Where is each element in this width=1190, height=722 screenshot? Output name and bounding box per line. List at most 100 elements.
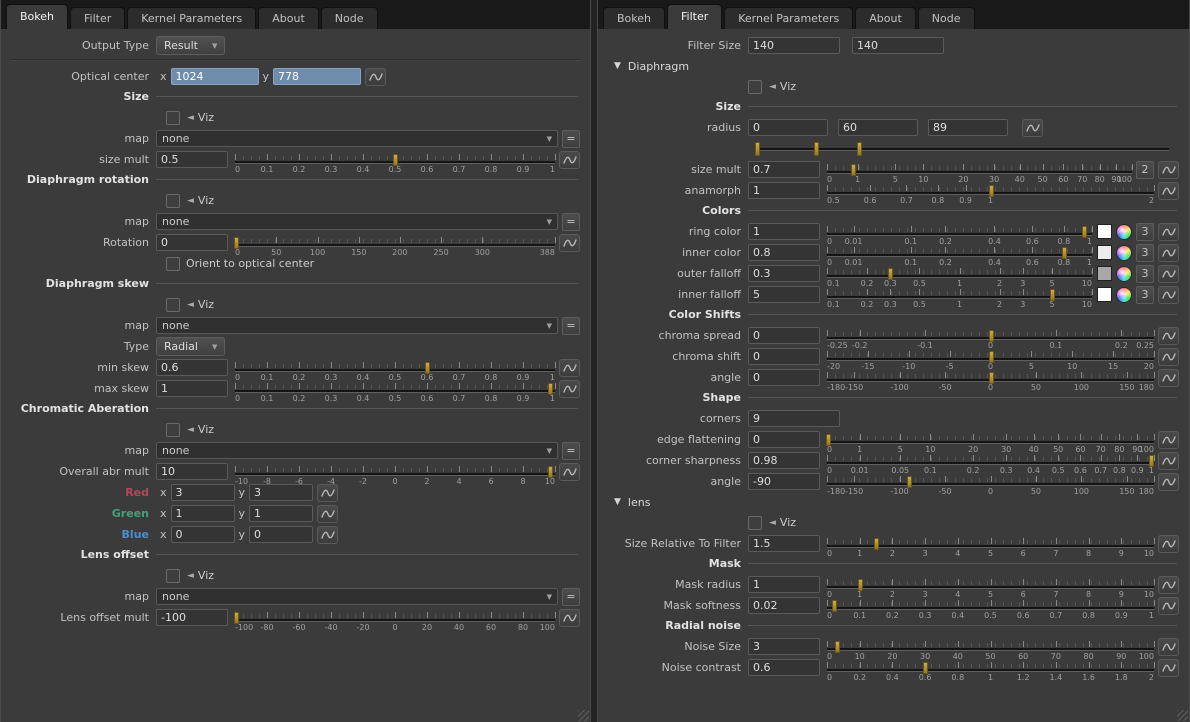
chroma-angle-field[interactable]: 0 — [748, 369, 820, 386]
slider-handle[interactable] — [548, 466, 553, 478]
slider-handle[interactable] — [814, 142, 819, 156]
corner-sharpness-field[interactable]: 0.98 — [748, 452, 820, 469]
noise-contrast-field[interactable]: 0.6 — [748, 659, 820, 676]
orient-to-optical-center-checkbox[interactable] — [166, 257, 180, 271]
slider-handle[interactable] — [548, 383, 553, 395]
lens-viz-checkbox[interactable] — [748, 516, 762, 530]
curve-editor-button[interactable] — [1158, 597, 1179, 615]
lens-offset-map-dropdown[interactable]: none▼ — [156, 588, 558, 605]
curve-editor-button[interactable] — [1158, 576, 1179, 594]
slider-handle[interactable] — [1062, 247, 1067, 259]
curve-editor-button[interactable] — [365, 68, 386, 86]
diaphragm-viz-checkbox[interactable] — [748, 80, 762, 94]
tab-kernel-parameters[interactable]: Kernel Parameters — [127, 7, 256, 29]
color-wheel-icon[interactable] — [1116, 287, 1132, 303]
aberration-map-dropdown[interactable]: none▼ — [156, 442, 558, 459]
curve-editor-button[interactable] — [1158, 638, 1179, 656]
aberration-viz-checkbox[interactable] — [166, 423, 180, 437]
size-relative-to-filter-slider[interactable]: 012345678910 — [827, 538, 1154, 558]
slider-handle[interactable] — [888, 268, 893, 280]
curve-editor-button[interactable] — [559, 609, 580, 627]
tab-filter[interactable]: Filter — [70, 7, 125, 29]
color-wheel-icon[interactable] — [1116, 266, 1132, 282]
outer-falloff-field[interactable]: 0.3 — [748, 265, 820, 282]
collapse-triangle-icon[interactable]: ▼ — [614, 58, 621, 74]
min-skew-slider[interactable]: 00.10.20.30.40.50.60.70.80.91 — [235, 362, 555, 382]
radius-field-1[interactable]: 60 — [838, 119, 918, 136]
rotation-field[interactable]: 0 — [156, 234, 228, 251]
curve-editor-button[interactable] — [1158, 369, 1179, 387]
curve-editor-button[interactable] — [317, 505, 338, 523]
skew-viz-checkbox[interactable] — [166, 298, 180, 312]
channels-3-button[interactable]: 3 — [1136, 286, 1154, 304]
slider-handle[interactable] — [907, 476, 912, 488]
red-aberration-y-field[interactable]: 3 — [249, 484, 313, 501]
overall-abr-mult-slider[interactable]: -10-8-6-4-20246810 — [235, 466, 555, 486]
mask-softness-slider[interactable]: 00.10.20.30.40.50.60.70.80.91 — [827, 600, 1154, 620]
color-wheel-icon[interactable] — [1116, 224, 1132, 240]
curve-editor-button[interactable] — [1158, 286, 1179, 304]
color-swatch[interactable] — [1097, 224, 1112, 239]
slider-handle[interactable] — [393, 154, 398, 166]
filter-size-field-0[interactable]: 140 — [748, 37, 840, 54]
noise-contrast-slider[interactable]: 00.20.40.60.811.21.41.61.82 — [827, 662, 1154, 682]
chroma-shift-field[interactable]: 0 — [748, 348, 820, 365]
inner-falloff-field[interactable]: 5 — [748, 286, 820, 303]
tab-about[interactable]: About — [855, 7, 916, 29]
mask-softness-field[interactable]: 0.02 — [748, 597, 820, 614]
tab-filter[interactable]: Filter — [667, 4, 722, 29]
size-relative-to-filter-field[interactable]: 1.5 — [748, 535, 820, 552]
color-swatch[interactable] — [1097, 287, 1112, 302]
slider-handle[interactable] — [835, 641, 840, 653]
corners-field[interactable]: 9 — [748, 410, 840, 427]
mask-radius-field[interactable]: 1 — [748, 576, 820, 593]
optical-center-x-field[interactable]: 1024 — [171, 68, 259, 85]
blue-aberration-y-field[interactable]: 0 — [249, 526, 313, 543]
channels-3-button[interactable]: 3 — [1136, 223, 1154, 241]
curve-editor-button[interactable] — [1158, 244, 1179, 262]
expression-equals-button[interactable]: = — [562, 130, 580, 148]
slider-handle[interactable] — [234, 237, 239, 249]
curve-editor-button[interactable] — [1158, 182, 1179, 200]
inner-color-field[interactable]: 0.8 — [748, 244, 820, 261]
anamorph-slider[interactable]: 0.50.60.70.80.912 — [827, 185, 1154, 205]
size-viz-checkbox[interactable] — [166, 111, 180, 125]
viz-arrow-icon[interactable]: ◄ — [769, 518, 776, 528]
viz-arrow-icon[interactable]: ◄ — [769, 82, 776, 92]
slider-handle[interactable] — [851, 164, 856, 176]
overall-abr-mult-field[interactable]: 10 — [156, 463, 228, 480]
channels-3-button[interactable]: 3 — [1136, 265, 1154, 283]
color-wheel-icon[interactable] — [1116, 245, 1132, 261]
tab-bokeh[interactable]: Bokeh — [6, 4, 68, 29]
ring-color-field[interactable]: 1 — [748, 223, 820, 240]
curve-editor-button[interactable] — [559, 463, 580, 481]
expression-equals-button[interactable]: = — [562, 317, 580, 335]
curve-editor-button[interactable] — [317, 484, 338, 502]
chroma-spread-field[interactable]: 0 — [748, 327, 820, 344]
slider-handle[interactable] — [234, 612, 239, 624]
curve-editor-button[interactable] — [1158, 431, 1179, 449]
lens-offset-viz-checkbox[interactable] — [166, 569, 180, 583]
viz-arrow-icon[interactable]: ◄ — [187, 300, 194, 310]
edge-flattening-slider[interactable]: 015102030405060708090100 — [827, 434, 1154, 454]
skew-map-dropdown[interactable]: none▼ — [156, 317, 558, 334]
rotation-viz-checkbox[interactable] — [166, 194, 180, 208]
curve-editor-button[interactable] — [559, 359, 580, 377]
expression-equals-button[interactable]: = — [562, 588, 580, 606]
outer-falloff-slider[interactable]: 0.10.20.30.5123510 — [827, 268, 1092, 288]
lens-group[interactable]: ▼lens — [614, 494, 1179, 510]
inner-color-slider[interactable]: 00.010.10.20.40.60.81 — [827, 247, 1092, 267]
optical-center-y-field[interactable]: 778 — [273, 68, 361, 85]
radius-range-slider[interactable] — [755, 141, 1169, 157]
slider-handle[interactable] — [989, 330, 994, 342]
green-aberration-x-field[interactable]: 1 — [171, 505, 235, 522]
tab-node[interactable]: Node — [918, 7, 975, 29]
size-mult-field[interactable]: 0.5 — [156, 151, 228, 168]
chroma-spread-slider[interactable]: -0.25-0.2-0.100.10.20.25 — [827, 330, 1154, 350]
shape-angle-slider[interactable]: -180-150-100-50050100150180 — [827, 476, 1154, 496]
skew-type-select[interactable]: Radial▼ — [156, 337, 225, 356]
output-type-select[interactable]: Result▼ — [156, 36, 225, 55]
slider-handle[interactable] — [826, 434, 831, 446]
diaphragm-group[interactable]: ▼Diaphragm — [614, 58, 1179, 74]
curve-editor-button[interactable] — [1022, 119, 1043, 137]
